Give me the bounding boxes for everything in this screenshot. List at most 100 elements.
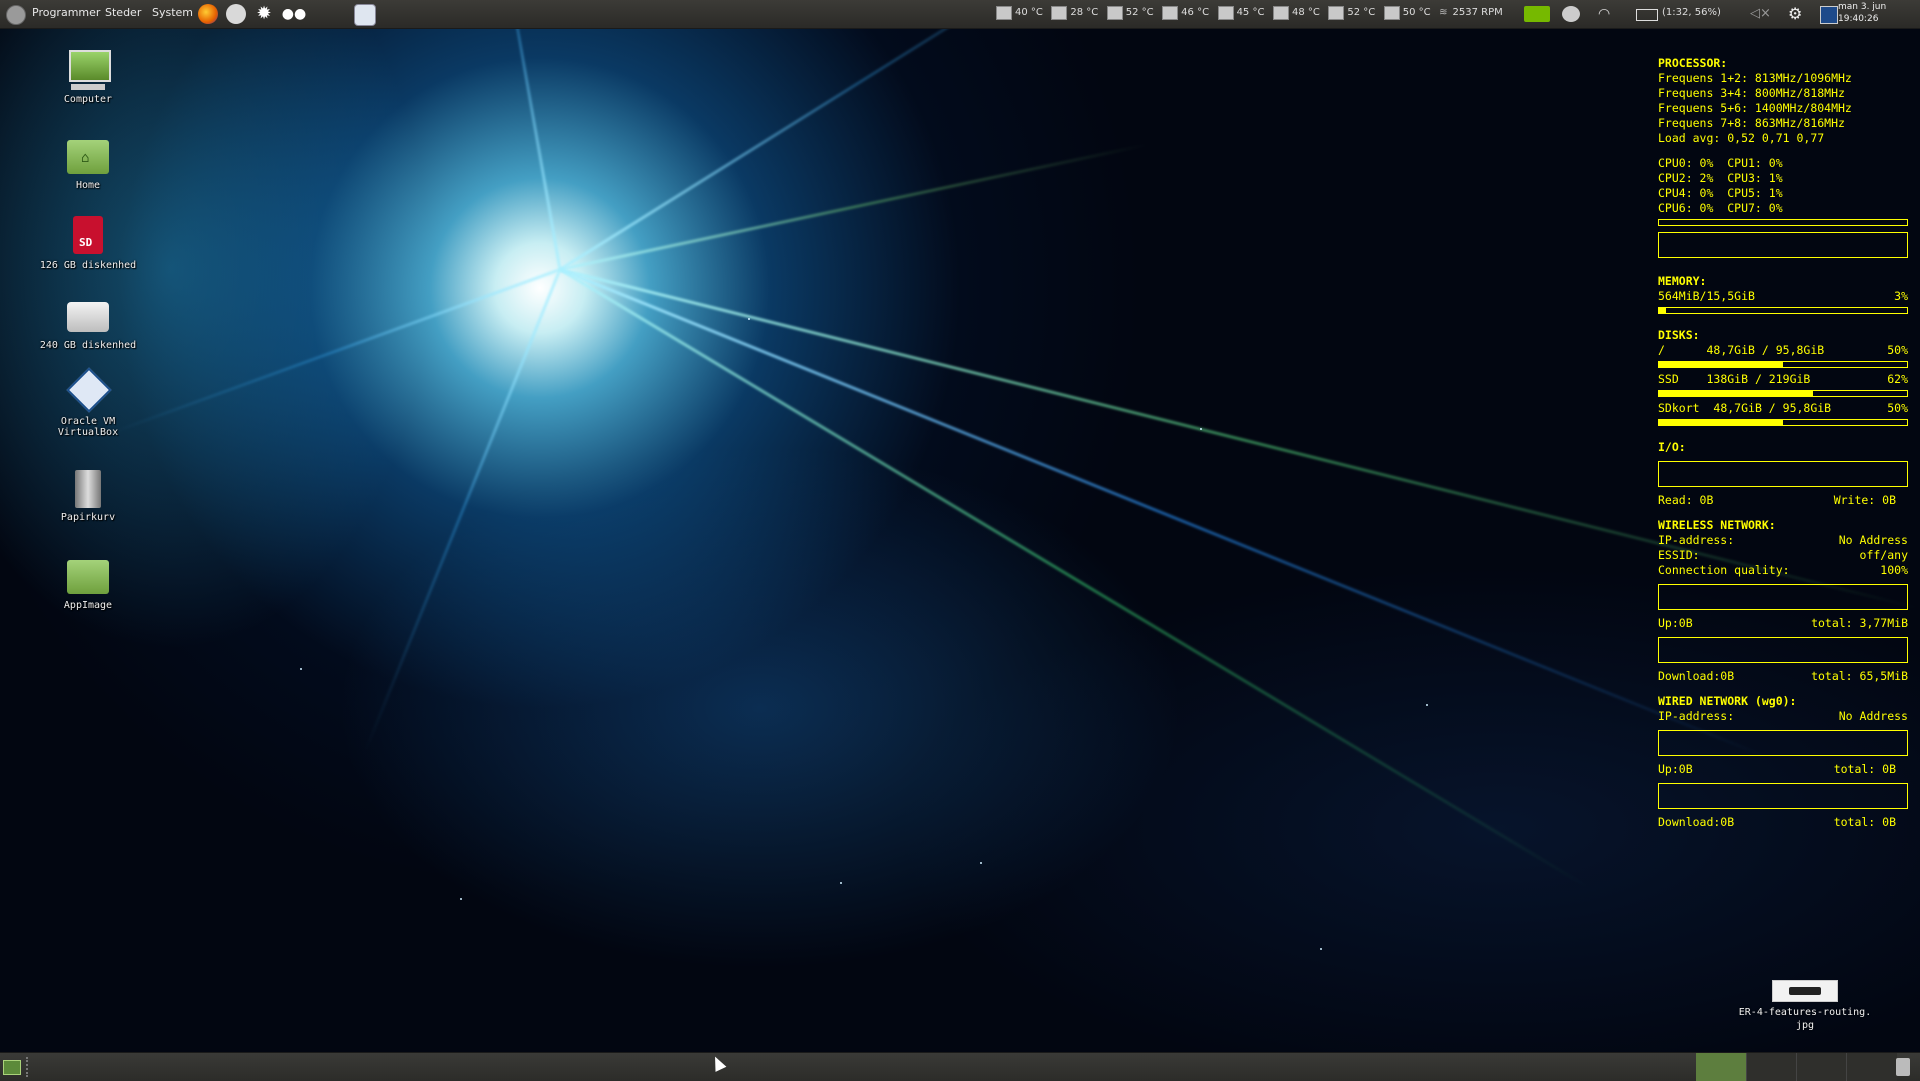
wired-up-graph — [1658, 730, 1908, 756]
disk-name: SDkort — [1658, 401, 1700, 415]
wired-up-total: total: 0B — [1833, 762, 1896, 776]
desktop-file-image[interactable]: ER-4-features-routing. jpg — [1725, 980, 1885, 1032]
folder-icon — [65, 556, 111, 598]
desktop-icon-sd[interactable]: SD 126 GB diskenhed — [28, 216, 148, 271]
wired-down-total: total: 0B — [1833, 815, 1896, 829]
cpu-usage: CPU0: 0% CPU1: 0% — [1658, 156, 1783, 170]
desktop-icon-home[interactable]: ⌂ Home — [28, 136, 148, 191]
temperature-icon — [996, 6, 1012, 20]
disk-usage: 48,7GiB / 95,8GiB — [1706, 343, 1825, 357]
io-read: Read: 0B — [1658, 493, 1714, 507]
memory-bar — [1658, 307, 1908, 314]
disk-percent: 50% — [1887, 343, 1908, 357]
app-launcher-icon[interactable] — [226, 4, 246, 24]
desktop-icon-label: Oracle VM VirtualBox — [57, 416, 119, 438]
temperature-icon — [1383, 6, 1400, 20]
workspace-2[interactable] — [1746, 1053, 1797, 1081]
desktop-icon-drive[interactable]: 240 GB diskenhed — [28, 296, 148, 351]
wifi-icon[interactable]: ◠ — [1598, 6, 1616, 22]
top-panel: Programmer Steder System ✹ ●● 40 °C 28 °… — [0, 0, 1920, 29]
cpu-usage: CPU2: 2% CPU3: 1% — [1658, 171, 1783, 185]
battery-icon[interactable] — [1636, 9, 1658, 21]
desktop-file-label: ER-4-features-routing. jpg — [1725, 1006, 1885, 1032]
wireless-essid-value: off/any — [1859, 548, 1908, 562]
wireless-ip-label: IP-address: — [1658, 533, 1735, 547]
penguins-icon[interactable]: ●● — [280, 4, 308, 24]
wired-ip-value: No Address — [1838, 709, 1908, 723]
wireless-ip-value: No Address — [1838, 533, 1908, 547]
file-name-line: jpg — [1795, 1020, 1815, 1031]
menu-logo-icon[interactable] — [6, 5, 26, 25]
disk-bar — [1658, 390, 1908, 397]
wireless-down-graph — [1658, 637, 1908, 663]
fan-icon: ≋ — [1439, 7, 1448, 18]
desktop-icon-label: AppImage — [63, 600, 113, 611]
gear-icon[interactable]: ⚙ — [1788, 6, 1806, 22]
brightness-icon[interactable]: ✹ — [254, 4, 274, 24]
io-title: I/O: — [1658, 440, 1686, 454]
desktop-icon-label: 240 GB diskenhed — [39, 340, 137, 351]
workspace-4[interactable] — [1846, 1053, 1897, 1081]
cpu-usage: CPU4: 0% CPU5: 1% — [1658, 186, 1783, 200]
wired-up: Up:0B — [1658, 762, 1693, 776]
memory-percent: 3% — [1894, 289, 1908, 303]
cpu-usage: CPU6: 0% CPU7: 0% — [1658, 201, 1783, 215]
disk-percent: 50% — [1887, 401, 1908, 415]
temperature-icon — [1217, 6, 1234, 20]
screenshot-icon[interactable] — [354, 4, 376, 26]
menu-programmer[interactable]: Programmer — [32, 0, 100, 28]
sensor-value: 52 °C — [1125, 7, 1154, 18]
memory-title: MEMORY: — [1658, 274, 1707, 288]
cpu-bar — [1658, 219, 1908, 226]
desktop-icon-virtualbox[interactable]: Oracle VM VirtualBox — [28, 367, 148, 438]
cpu-frequency: Frequens 5+6: 1400MHz/804MHz — [1658, 101, 1852, 115]
temperature-icon — [1328, 6, 1345, 20]
trash-icon[interactable] — [1896, 1058, 1910, 1076]
sensor-value: 48 °C — [1291, 7, 1320, 18]
menu-system[interactable]: System — [152, 0, 193, 28]
wireless-quality-value: 100% — [1880, 563, 1908, 577]
home-folder-icon: ⌂ — [65, 136, 111, 178]
wireless-title: WIRELESS NETWORK: — [1658, 518, 1776, 532]
wireless-down-total: total: 65,5MiB — [1811, 669, 1908, 683]
io-write: Write: 0B — [1833, 493, 1896, 507]
nvidia-icon[interactable] — [1524, 6, 1550, 22]
wireless-up-graph — [1658, 584, 1908, 610]
menu-steder[interactable]: Steder — [105, 0, 141, 28]
disk-percent: 62% — [1887, 372, 1908, 386]
desktop-icon-label: Computer — [63, 94, 113, 105]
computer-icon — [65, 50, 111, 92]
wired-ip-label: IP-address: — [1658, 709, 1735, 723]
sd-card-icon: SD — [65, 216, 111, 258]
clock[interactable]: man 3. jun 19:40:26 — [1838, 1, 1886, 25]
disk-name: SSD — [1658, 372, 1679, 386]
desktop-icon-label: Papirkurv — [60, 512, 116, 523]
desktop-icon-label: Home — [75, 180, 101, 191]
temperature-icon — [1272, 6, 1289, 20]
desktop-icon-trash[interactable]: Papirkurv — [28, 468, 148, 523]
panel-handle[interactable] — [26, 1057, 32, 1077]
desktop-icon-appimage[interactable]: AppImage — [28, 556, 148, 611]
firefox-icon[interactable] — [198, 4, 218, 24]
redshift-icon[interactable] — [1562, 6, 1580, 22]
file-name-line: ER-4-features-routing. — [1738, 1007, 1872, 1018]
temperature-icon — [1162, 6, 1179, 20]
sensor-value: 45 °C — [1236, 7, 1265, 18]
desktop-icon-computer[interactable]: Computer — [28, 50, 148, 105]
user-icon[interactable] — [1820, 6, 1838, 24]
wireless-up-total: total: 3,77MiB — [1811, 616, 1908, 630]
sensor-value: 40 °C — [1015, 7, 1043, 18]
cpu-frequency: Frequens 1+2: 813MHz/1096MHz — [1658, 71, 1852, 85]
volume-muted-icon[interactable]: ◁× — [1750, 6, 1771, 22]
workspace-1[interactable] — [1696, 1053, 1746, 1081]
disk-usage: 48,7GiB / 95,8GiB — [1713, 401, 1832, 415]
desktop-wallpaper — [0, 28, 1920, 1052]
sensors-applet[interactable]: 40 °C 28 °C 52 °C 46 °C 45 °C 48 °C 52 °… — [996, 0, 1508, 28]
fan-speed: 2537 RPM — [1452, 7, 1503, 18]
processor-title: PROCESSOR: — [1658, 56, 1728, 70]
conky-monitor: PROCESSOR: Frequens 1+2: 813MHz/1096MHz … — [1658, 56, 1908, 830]
sensor-value: 52 °C — [1347, 7, 1376, 18]
show-desktop-icon[interactable] — [3, 1060, 21, 1075]
virtualbox-icon — [65, 367, 112, 414]
workspace-3[interactable] — [1796, 1053, 1847, 1081]
